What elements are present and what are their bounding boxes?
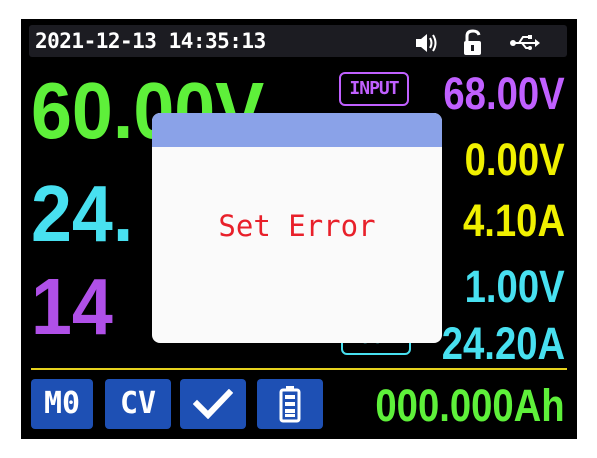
battery-icon (279, 386, 301, 423)
input-badge: INPUT (339, 72, 409, 106)
mode-button[interactable]: CV (105, 379, 171, 429)
capacity-reading: 000.000Ah (375, 380, 565, 431)
memory-button[interactable]: M0 (31, 379, 93, 429)
datetime-label: 2021-12-13 14:35:13 (35, 29, 266, 53)
dialog-title-bar (152, 113, 442, 147)
unlock-icon[interactable] (462, 29, 484, 57)
input-voltage: 68.00V (443, 68, 565, 119)
dialog-message: Set Error (218, 209, 376, 243)
error-dialog[interactable]: Set Error (152, 113, 442, 343)
usb-icon (510, 35, 540, 50)
lcd-screen: 2021-12-13 14:35:13 60.00V 24. 14 W INPU… (21, 19, 577, 439)
set-voltage: 0.00V (465, 134, 565, 185)
speaker-icon[interactable] (414, 31, 442, 55)
output-power: 14 (31, 262, 113, 351)
battery-button[interactable] (257, 379, 323, 429)
ovp-voltage: 1.00V (465, 261, 565, 312)
ocp-current: 24.20A (441, 318, 565, 369)
check-icon (192, 388, 234, 420)
set-current: 4.10A (462, 195, 565, 246)
output-current: 24. (31, 169, 134, 258)
divider (31, 368, 567, 370)
confirm-button[interactable] (180, 379, 246, 429)
